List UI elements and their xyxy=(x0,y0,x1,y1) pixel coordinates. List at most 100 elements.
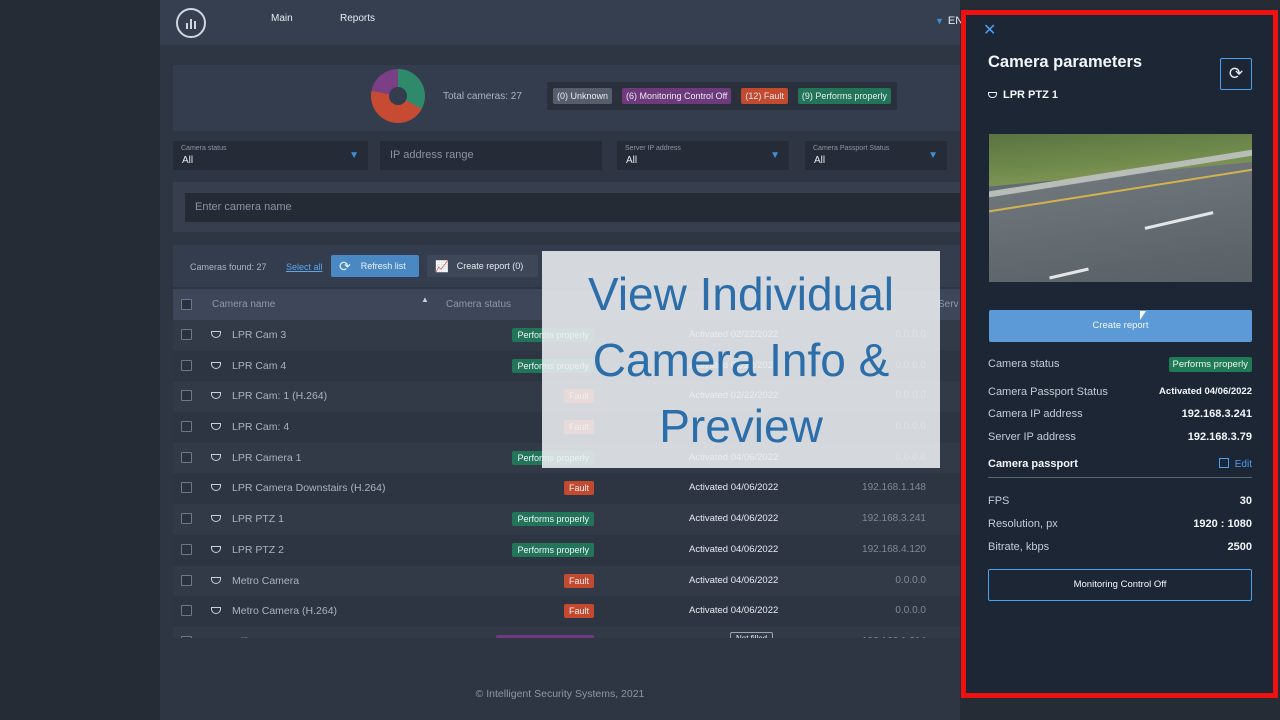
select-all-link[interactable]: Select all xyxy=(286,262,323,272)
caption-line-3: Preview xyxy=(659,399,823,452)
status-badge: Fault xyxy=(563,481,594,496)
create-report-button[interactable]: 📈 Create report (0) xyxy=(427,255,538,277)
badge-performs-properly[interactable]: (9) Performs properly xyxy=(797,88,891,104)
col-camera-name[interactable]: Camera name xyxy=(212,299,275,310)
passport-cell: Not filled xyxy=(730,631,774,638)
table-row[interactable]: Metro Camera (H.264) Fault Activated 04/06… xyxy=(173,596,960,627)
status-pie-chart xyxy=(371,69,425,123)
passport-cell: Activated 04/06/2022 xyxy=(689,482,779,494)
server-ip-cell: 192.168.3.241 xyxy=(862,513,926,525)
status-badge: Fault xyxy=(563,573,594,588)
server-ip-value: All xyxy=(626,155,638,166)
camera-name-cell: Metro Camera xyxy=(232,574,300,587)
app-logo-icon[interactable] xyxy=(176,8,206,38)
caption-line-2: Camera Info & xyxy=(592,333,890,386)
chevron-down-icon: ▼ xyxy=(928,150,938,161)
refresh-icon: ⟳ xyxy=(339,257,351,274)
table-row[interactable]: Office Entrance Monitoring Control Off Not… xyxy=(173,626,960,638)
server-ip-cell: 0.0.0.0 xyxy=(895,605,926,617)
select-all-checkbox[interactable] xyxy=(181,299,192,310)
table-row[interactable]: LPR PTZ 2 Performs properly Activated 04/0… xyxy=(173,534,960,566)
camera-icon xyxy=(211,607,221,615)
row-checkbox[interactable] xyxy=(181,482,192,494)
language-select[interactable]: ▼ EN xyxy=(935,15,963,27)
total-cameras: Total cameras: 27 xyxy=(443,91,522,102)
status-badges: (0) Unknown (6) Monitoring Control Off (… xyxy=(547,82,897,110)
sort-asc-icon[interactable]: ▲ xyxy=(421,295,429,304)
camera-icon xyxy=(211,515,221,523)
server-ip-cell: 0.0.0.0 xyxy=(895,574,926,586)
server-ip-label: Server IP address xyxy=(625,145,681,152)
camera-name-cell: LPR Cam: 1 (H.264) xyxy=(232,390,328,403)
camera-name-input[interactable]: Enter camera name xyxy=(185,193,960,222)
status-badge: Performs properly xyxy=(512,542,594,557)
row-checkbox[interactable] xyxy=(181,359,192,371)
camera-icon xyxy=(211,576,221,584)
passport-cell: Activated 04/06/2022 xyxy=(689,605,779,617)
server-ip-cell: 192.168.1.214 xyxy=(862,636,926,638)
server-ip-select[interactable]: Server IP address All ▼ xyxy=(617,141,789,170)
camera-icon xyxy=(211,453,221,461)
footer: © Intelligent Security Systems, 2021 xyxy=(475,688,645,700)
passport-status-select[interactable]: Camera Passport Status All ▼ xyxy=(805,141,947,170)
camera-icon xyxy=(211,331,221,338)
camera-name-cell: LPR PTZ 1 xyxy=(232,513,284,526)
table-row[interactable]: LPR Camera Downstairs (H.264) Fault Activa… xyxy=(173,473,960,505)
chevron-down-icon: ▼ xyxy=(935,16,944,26)
caption-line-1: View Individual xyxy=(587,267,894,320)
camera-icon xyxy=(211,423,221,431)
refresh-label: Refresh list xyxy=(360,261,406,271)
badge-unknown[interactable]: (0) Unknown xyxy=(553,88,613,104)
camera-status-select[interactable]: Camera status All ▼ xyxy=(173,141,368,170)
nav-reports[interactable]: Reports xyxy=(340,13,375,24)
camera-status-value: All xyxy=(182,155,194,166)
left-gutter xyxy=(0,0,160,720)
camera-name-bar: Enter camera name xyxy=(173,182,960,232)
row-checkbox[interactable] xyxy=(181,421,192,433)
camera-name-cell: LPR Cam 4 xyxy=(232,359,287,372)
ip-range-placeholder: IP address range xyxy=(390,149,474,161)
row-checkbox[interactable] xyxy=(181,390,192,402)
create-report-label: Create report (0) xyxy=(456,261,524,271)
badge-monitoring-off[interactable]: (6) Monitoring Control Off xyxy=(622,88,732,104)
camera-name-cell: Office Entrance xyxy=(232,636,304,638)
server-ip-cell: 192.168.4.120 xyxy=(862,543,926,555)
row-checkbox[interactable] xyxy=(181,543,192,555)
status-badge: Performs properly xyxy=(512,512,594,527)
col-camera-status[interactable]: Camera status xyxy=(446,299,511,310)
status-badge: Fault xyxy=(563,604,594,619)
row-checkbox[interactable] xyxy=(181,635,192,638)
chevron-down-icon: ▼ xyxy=(770,150,780,161)
ip-range-input[interactable]: IP address range xyxy=(380,141,602,170)
row-checkbox[interactable] xyxy=(181,513,192,525)
passport-status-label: Camera Passport Status xyxy=(813,145,890,152)
table-row[interactable]: LPR PTZ 1 Performs properly Activated 04/0… xyxy=(173,504,960,535)
badge-fault[interactable]: (12) Fault xyxy=(741,88,788,104)
camera-name-cell: LPR Cam: 4 xyxy=(232,421,290,434)
row-checkbox[interactable] xyxy=(181,451,192,463)
top-nav: Main Reports ▼ EN xyxy=(160,0,963,45)
table-row[interactable]: Metro Camera Fault Activated 04/06/2022 0.0… xyxy=(173,565,960,597)
camera-name-cell: LPR Camera 1 xyxy=(232,451,302,464)
camera-icon xyxy=(211,484,221,492)
passport-cell: Activated 04/06/2022 xyxy=(689,513,779,525)
caption-overlay: View Individual Camera Info & Preview xyxy=(542,251,940,468)
col-server[interactable]: Serv xyxy=(938,299,959,310)
camera-name-cell: Metro Camera (H.264) xyxy=(232,605,338,618)
row-checkbox[interactable] xyxy=(181,574,192,586)
status-badge: Monitoring Control Off xyxy=(496,634,594,638)
refresh-list-button[interactable]: ⟳ Refresh list xyxy=(331,255,419,277)
passport-cell: Activated 04/06/2022 xyxy=(689,574,779,586)
camera-name-cell: LPR PTZ 2 xyxy=(232,543,284,556)
highlight-frame xyxy=(961,10,1278,698)
row-checkbox[interactable] xyxy=(181,329,192,340)
camera-icon xyxy=(211,392,221,400)
nav-main[interactable]: Main xyxy=(271,13,293,24)
camera-name-cell: LPR Cam 3 xyxy=(232,329,287,341)
camera-name-cell: LPR Camera Downstairs (H.264) xyxy=(232,482,386,495)
mouse-cursor-icon xyxy=(1140,311,1146,320)
camera-icon xyxy=(211,545,221,553)
camera-name-placeholder: Enter camera name xyxy=(195,201,292,213)
camera-status-label: Camera status xyxy=(181,145,227,152)
row-checkbox[interactable] xyxy=(181,605,192,617)
